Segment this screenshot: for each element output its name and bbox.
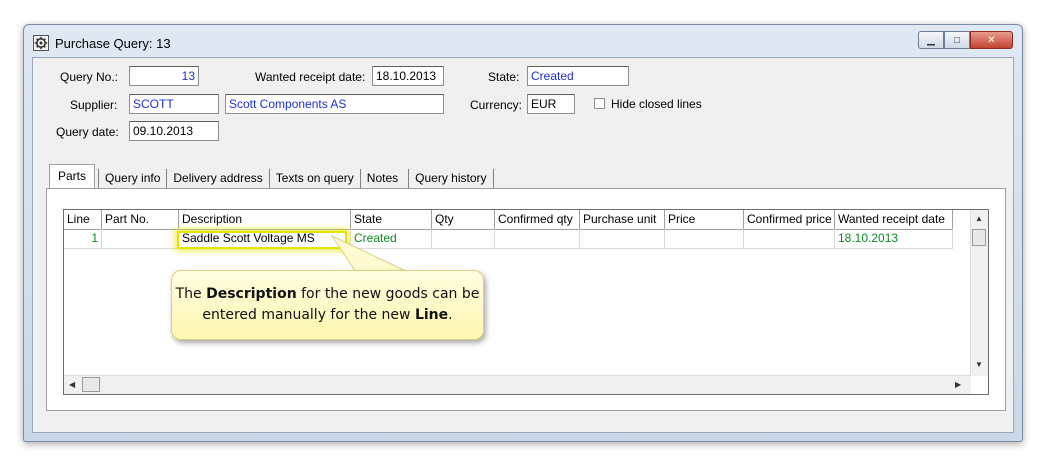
tab-texts-on-query[interactable]: Texts on query	[270, 169, 361, 188]
supplier-label: Supplier:	[70, 98, 118, 112]
column-header-confirmed-qty[interactable]: Confirmed qty	[495, 210, 580, 229]
callout-bold-line: Line	[414, 307, 449, 323]
query-no-label: Query No.:	[60, 70, 119, 84]
scroll-left-icon[interactable]: ◀	[69, 380, 75, 389]
cell-qty[interactable]	[432, 229, 495, 248]
column-header-purchase-unit[interactable]: Purchase unit	[580, 210, 665, 229]
close-icon: ✕	[987, 34, 996, 46]
table-row[interactable]: 1 Saddle Scott Voltage MS Created 18.10.…	[64, 229, 953, 249]
tab-query-info[interactable]: Query info	[98, 169, 168, 188]
column-header-price[interactable]: Price	[665, 210, 744, 229]
cell-line[interactable]: 1	[64, 229, 102, 248]
hide-closed-lines-checkbox[interactable]	[594, 98, 605, 109]
supplier-code-field[interactable]: SCOTT	[129, 94, 219, 114]
column-header-qty[interactable]: Qty	[432, 210, 495, 229]
tab-notes[interactable]: Notes	[361, 169, 410, 188]
callout-text-1: The	[175, 286, 207, 302]
tab-parts[interactable]: Parts	[49, 164, 96, 188]
tab-delivery-address[interactable]: Delivery address	[167, 169, 270, 188]
scroll-up-icon[interactable]: ▲	[975, 214, 983, 223]
tooltip-callout: The Description for the new goods can be…	[171, 270, 484, 340]
wanted-receipt-date-label: Wanted receipt date:	[255, 70, 366, 84]
cell-price[interactable]	[665, 229, 744, 248]
wanted-receipt-date-field[interactable]: 18.10.2013	[372, 66, 444, 86]
cell-description[interactable]: Saddle Scott Voltage MS	[179, 229, 351, 248]
window-title: Purchase Query: 13	[55, 36, 171, 51]
column-header-wanted-receipt-date[interactable]: Wanted receipt date	[835, 210, 953, 229]
close-button[interactable]: ✕	[970, 31, 1013, 49]
currency-field[interactable]: EUR	[527, 94, 575, 114]
title-bar[interactable]: Purchase Query: 13 ▁ □ ✕	[24, 25, 1022, 57]
cell-confirmed-price[interactable]	[744, 229, 835, 248]
query-date-label: Query date:	[56, 125, 119, 139]
horizontal-scrollbar[interactable]: ◀ ▶	[64, 375, 971, 394]
vertical-scroll-thumb[interactable]	[972, 229, 986, 246]
grid-header: Line Part No. Description State Qty Conf…	[64, 210, 953, 230]
currency-label: Currency:	[470, 98, 523, 112]
column-header-state[interactable]: State	[351, 210, 432, 229]
cell-part-no[interactable]	[102, 229, 179, 248]
purchase-query-window: Purchase Query: 13 ▁ □ ✕ Query No.: 13 W…	[23, 24, 1023, 442]
query-date-field[interactable]: 09.10.2013	[129, 121, 219, 141]
state-label: State:	[488, 70, 520, 84]
callout-text-3: .	[448, 307, 453, 323]
query-no-field[interactable]: 13	[129, 66, 199, 86]
column-header-part-no[interactable]: Part No.	[102, 210, 179, 229]
column-header-confirmed-price[interactable]: Confirmed price	[744, 210, 835, 229]
column-header-line[interactable]: Line	[64, 210, 102, 229]
hide-closed-lines-label[interactable]: Hide closed lines	[611, 97, 702, 111]
scroll-down-icon[interactable]: ▼	[975, 360, 983, 369]
minimize-button[interactable]: ▁	[918, 31, 944, 49]
scroll-right-icon[interactable]: ▶	[955, 380, 961, 389]
vertical-scrollbar[interactable]: ▲ ▼	[970, 210, 988, 376]
maximize-button[interactable]: □	[944, 31, 970, 49]
callout-bold-description: Description	[206, 286, 297, 302]
cell-wanted-receipt-date[interactable]: 18.10.2013	[835, 229, 953, 248]
supplier-name-field[interactable]: Scott Components AS	[225, 94, 444, 114]
state-field[interactable]: Created	[527, 66, 629, 86]
tab-query-history[interactable]: Query history	[409, 169, 494, 188]
horizontal-scroll-thumb[interactable]	[82, 377, 100, 392]
minimize-icon: ▁	[927, 34, 935, 46]
column-header-description[interactable]: Description	[179, 210, 351, 229]
maximize-icon: □	[953, 34, 961, 46]
form-client-area: Query No.: 13 Wanted receipt date: 18.10…	[32, 57, 1014, 433]
cell-confirmed-qty[interactable]	[495, 229, 580, 248]
cell-purchase-unit[interactable]	[580, 229, 665, 248]
app-gear-icon	[33, 35, 49, 51]
tab-strip: Parts Query info Delivery address Texts …	[49, 164, 494, 188]
